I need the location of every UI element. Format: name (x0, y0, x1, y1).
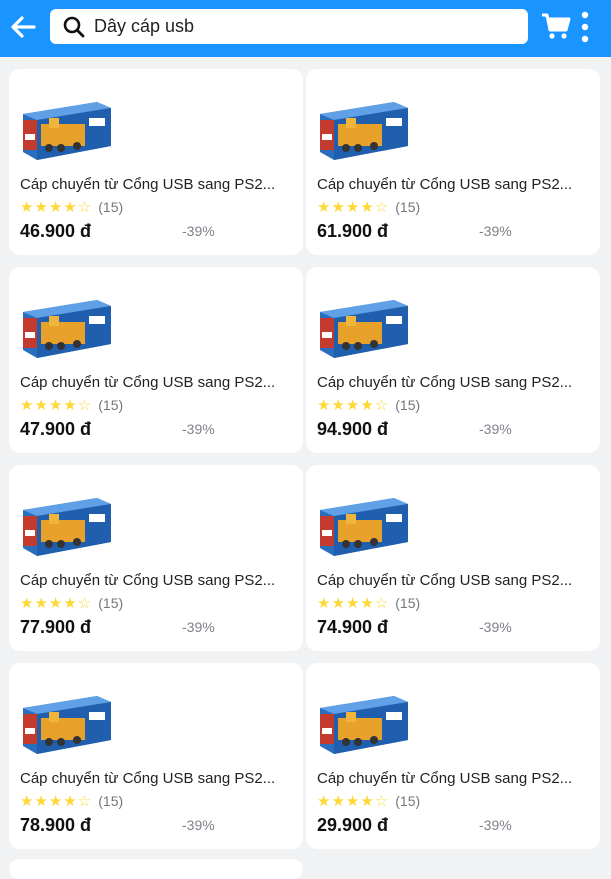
discount-badge: -39% (182, 817, 215, 833)
product-rating: ★★★★☆ (15) (317, 792, 420, 810)
discount-badge: -39% (479, 619, 512, 635)
discount-badge: -39% (182, 619, 215, 635)
product-image (316, 490, 411, 560)
product-image (19, 292, 114, 362)
product-rating: ★★★★☆ (15) (20, 198, 123, 216)
product-image (19, 94, 114, 164)
discount-badge: -39% (479, 223, 512, 239)
review-count: (15) (395, 595, 421, 611)
product-card[interactable]: Cáp chuyển từ Cổng USB sang PS2... ★★★★☆… (306, 69, 600, 255)
product-image (316, 292, 411, 362)
product-image (316, 94, 411, 164)
product-title: Cáp chuyển từ Cổng USB sang PS2... (20, 176, 276, 193)
product-price: 47.900 đ (20, 419, 92, 439)
product-rating: ★★★★☆ (15) (317, 396, 420, 414)
review-count: (15) (98, 397, 124, 413)
product-title: Cáp chuyển từ Cổng USB sang PS2... (317, 374, 573, 391)
product-price: 74.900 đ (317, 617, 389, 637)
star-rating-icon: ★★★★☆ (20, 199, 93, 216)
product-price: 78.900 đ (20, 815, 92, 835)
product-rating: ★★★★☆ (15) (317, 594, 420, 612)
review-count: (15) (98, 595, 124, 611)
product-rating: ★★★★☆ (15) (317, 198, 420, 216)
star-rating-icon: ★★★★☆ (317, 397, 390, 414)
star-rating-icon: ★★★★☆ (317, 793, 390, 810)
product-price: 29.900 đ (317, 815, 389, 835)
product-price: 46.900 đ (20, 221, 92, 241)
discount-badge: -39% (479, 421, 512, 437)
star-rating-icon: ★★★★☆ (317, 199, 390, 216)
product-card[interactable]: Cáp chuyển từ Cổng USB sang PS2... ★★★★☆… (9, 267, 303, 453)
product-card[interactable]: Cáp chuyển từ Cổng USB sang PS2... ★★★★☆… (9, 663, 303, 849)
product-card[interactable]: Cáp chuyển từ Cổng USB sang PS2... ★★★★☆… (306, 267, 600, 453)
product-card-partial[interactable] (9, 859, 303, 879)
product-title: Cáp chuyển từ Cổng USB sang PS2... (20, 770, 276, 787)
star-rating-icon: ★★★★☆ (20, 397, 93, 414)
product-image (19, 490, 114, 560)
product-card[interactable]: Cáp chuyển từ Cổng USB sang PS2... ★★★★☆… (306, 465, 600, 651)
product-title: Cáp chuyển từ Cổng USB sang PS2... (317, 572, 573, 589)
product-rating: ★★★★☆ (15) (20, 396, 123, 414)
review-count: (15) (395, 397, 421, 413)
discount-badge: -39% (479, 817, 512, 833)
review-count: (15) (98, 199, 124, 215)
product-card[interactable]: Cáp chuyển từ Cổng USB sang PS2... ★★★★☆… (9, 465, 303, 651)
product-title: Cáp chuyển từ Cổng USB sang PS2... (20, 374, 276, 391)
product-card[interactable]: Cáp chuyển từ Cổng USB sang PS2... ★★★★☆… (306, 663, 600, 849)
product-card[interactable]: Cáp chuyển từ Cổng USB sang PS2... ★★★★☆… (9, 69, 303, 255)
discount-badge: -39% (182, 421, 215, 437)
star-rating-icon: ★★★★☆ (317, 595, 390, 612)
product-title: Cáp chuyển từ Cổng USB sang PS2... (20, 572, 276, 589)
product-price: 77.900 đ (20, 617, 92, 637)
product-image (19, 688, 114, 758)
review-count: (15) (395, 199, 421, 215)
product-rating: ★★★★☆ (15) (20, 594, 123, 612)
product-rating: ★★★★☆ (15) (20, 792, 123, 810)
product-grid: Cáp chuyển từ Cổng USB sang PS2... ★★★★☆… (0, 0, 611, 868)
review-count: (15) (395, 793, 421, 809)
product-price: 61.900 đ (317, 221, 389, 241)
product-title: Cáp chuyển từ Cổng USB sang PS2... (317, 176, 573, 193)
star-rating-icon: ★★★★☆ (20, 595, 93, 612)
product-price: 94.900 đ (317, 419, 389, 439)
star-rating-icon: ★★★★☆ (20, 793, 93, 810)
product-title: Cáp chuyển từ Cổng USB sang PS2... (317, 770, 573, 787)
review-count: (15) (98, 793, 124, 809)
discount-badge: -39% (182, 223, 215, 239)
product-image (316, 688, 411, 758)
